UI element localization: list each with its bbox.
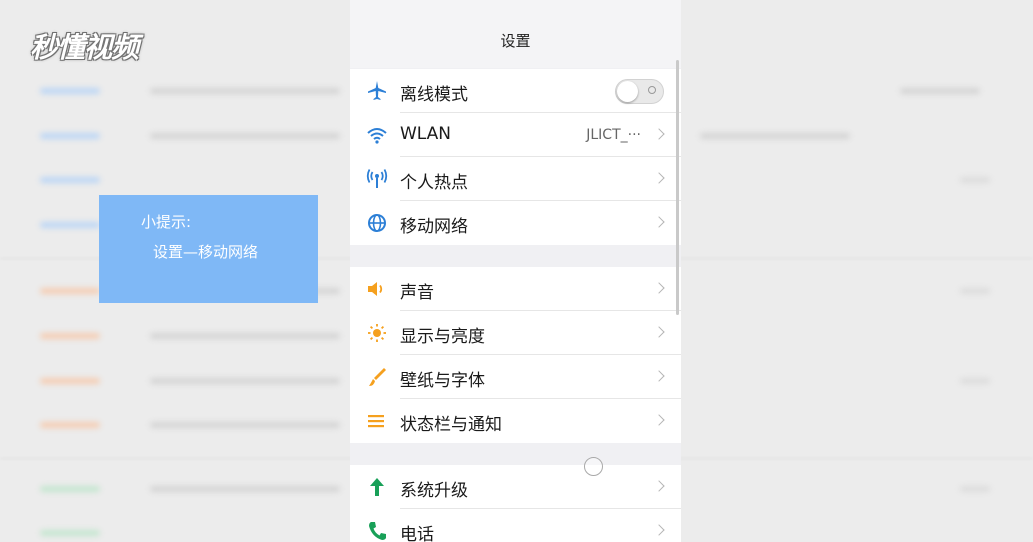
settings-panel: 设置 离线模式 WLAN JLICT_··· 个人热点 移动网络 声音 显示与亮… bbox=[350, 0, 681, 542]
settings-item-offline-mode[interactable]: 离线模式 bbox=[350, 69, 681, 113]
settings-item-statusbar-notifications[interactable]: 状态栏与通知 bbox=[350, 399, 681, 443]
settings-item-label: 系统升级 bbox=[400, 481, 468, 501]
chevron-right-icon bbox=[653, 282, 665, 294]
chevron-right-icon bbox=[653, 128, 665, 140]
settings-group-system: 系统升级 电话 bbox=[350, 465, 681, 542]
chevron-right-icon bbox=[653, 370, 665, 382]
chevron-right-icon bbox=[653, 414, 665, 426]
page-title: 设置 bbox=[500, 32, 531, 50]
chevron-right-icon bbox=[653, 524, 665, 536]
settings-group-network: 离线模式 WLAN JLICT_··· 个人热点 移动网络 bbox=[350, 69, 681, 245]
globe-icon bbox=[366, 211, 388, 235]
tip-box: 小提示: 设置—移动网络 bbox=[99, 195, 318, 303]
settings-item-wallpaper-font[interactable]: 壁纸与字体 bbox=[350, 355, 681, 399]
chevron-right-icon bbox=[653, 480, 665, 492]
watermark-logo: 秒懂视频 bbox=[30, 31, 139, 64]
wifi-icon bbox=[366, 123, 388, 147]
brightness-icon bbox=[366, 321, 388, 345]
settings-item-label: 声音 bbox=[400, 283, 434, 303]
upgrade-arrow-icon bbox=[366, 475, 388, 499]
settings-item-label: 显示与亮度 bbox=[400, 327, 485, 347]
settings-item-label: 壁纸与字体 bbox=[400, 371, 485, 391]
toggle-knob bbox=[617, 81, 638, 102]
settings-item-hotspot[interactable]: 个人热点 bbox=[350, 157, 681, 201]
settings-item-mobile-network[interactable]: 移动网络 bbox=[350, 201, 681, 245]
chevron-right-icon bbox=[653, 172, 665, 184]
settings-item-label: 状态栏与通知 bbox=[400, 415, 502, 435]
wlan-network-name: JLICT_··· bbox=[586, 127, 641, 143]
scrollbar[interactable] bbox=[676, 60, 679, 315]
settings-item-label: 离线模式 bbox=[400, 85, 468, 105]
brush-icon bbox=[366, 365, 388, 389]
tip-body: 设置—移动网络 bbox=[153, 243, 259, 261]
speaker-icon bbox=[366, 277, 388, 301]
settings-item-system-upgrade[interactable]: 系统升级 bbox=[350, 465, 681, 509]
phone-icon bbox=[366, 519, 388, 542]
settings-item-phone[interactable]: 电话 bbox=[350, 509, 681, 542]
offline-mode-toggle[interactable] bbox=[615, 79, 664, 104]
statusbar-icon bbox=[366, 409, 388, 433]
chevron-right-icon bbox=[653, 326, 665, 338]
settings-item-sound[interactable]: 声音 bbox=[350, 267, 681, 311]
nav-bar: 设置 bbox=[350, 0, 681, 68]
tip-title: 小提示: bbox=[141, 213, 192, 231]
settings-item-display-brightness[interactable]: 显示与亮度 bbox=[350, 311, 681, 355]
airplane-icon bbox=[366, 79, 388, 103]
settings-item-label: WLAN bbox=[400, 124, 452, 144]
settings-item-label: 移动网络 bbox=[400, 217, 468, 237]
touch-cursor-indicator bbox=[584, 457, 603, 476]
settings-item-label: 个人热点 bbox=[400, 173, 468, 193]
hotspot-icon bbox=[366, 167, 388, 191]
chevron-right-icon bbox=[653, 216, 665, 228]
settings-item-label: 电话 bbox=[400, 525, 434, 542]
settings-item-wlan[interactable]: WLAN JLICT_··· bbox=[350, 113, 681, 157]
settings-group-display: 声音 显示与亮度 壁纸与字体 状态栏与通知 bbox=[350, 267, 681, 443]
toggle-off-indicator bbox=[648, 86, 656, 94]
